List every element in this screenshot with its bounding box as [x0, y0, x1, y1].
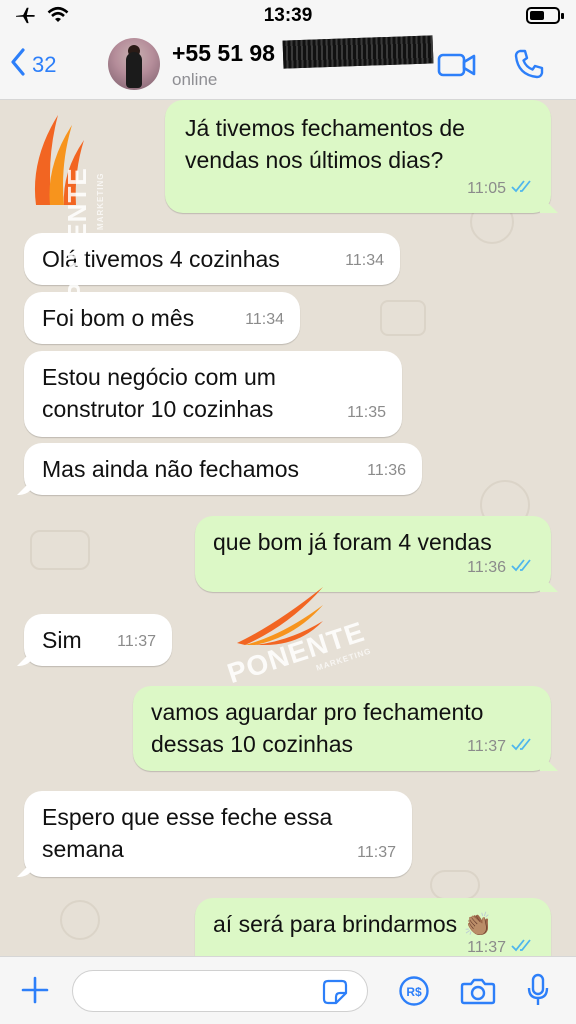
chevron-left-icon: [10, 48, 26, 81]
sticker-button[interactable]: [322, 979, 348, 1010]
message-text: Mas ainda não fechamos: [42, 456, 299, 482]
wallpaper-doodle: [60, 900, 100, 940]
wallpaper-doodle: [380, 300, 426, 336]
attach-button[interactable]: [20, 975, 50, 1010]
message-meta: 11:37: [467, 932, 535, 956]
message-bubble-outgoing[interactable]: Já tivemos fechamentos de vendas nos últ…: [165, 100, 551, 213]
message-time: 11:37: [467, 738, 506, 755]
microphone-button[interactable]: [526, 973, 550, 1012]
back-button[interactable]: 32: [10, 48, 56, 81]
message-bubble-incoming[interactable]: Mas ainda não fechamos 11:36: [24, 443, 422, 495]
watermark-brand: PONENTE: [62, 167, 92, 300]
message-time: 11:34: [345, 252, 384, 269]
phone-icon: [513, 49, 545, 84]
video-camera-icon: [437, 53, 477, 82]
payment-button[interactable]: R$: [398, 975, 430, 1012]
voice-call-button[interactable]: [513, 48, 545, 85]
message-time: 11:36: [467, 559, 506, 576]
message-text: construtor 10 cozinhas: [42, 396, 274, 422]
message-text: Espero que esse feche essa: [42, 804, 333, 830]
unread-count: 32: [32, 51, 57, 77]
currency-brl-icon: R$: [398, 976, 430, 1011]
redaction-mark: [282, 35, 434, 69]
input-bar: R$: [0, 956, 576, 1024]
double-check-icon: [511, 731, 535, 763]
video-call-button[interactable]: [437, 52, 477, 83]
chat-area[interactable]: Já tivemos fechamentos de vendas nos últ…: [0, 100, 576, 956]
message-time: 11:34: [245, 311, 284, 328]
chat-header: 32 +55 51 98 online: [0, 30, 576, 100]
message-text: vendas nos últimos dias?: [185, 147, 444, 173]
message-time: 11:37: [117, 633, 156, 650]
avatar[interactable]: [108, 38, 160, 90]
double-check-icon: [511, 173, 535, 205]
message-bubble-outgoing[interactable]: aí será para brindarmos 👏🏽 11:37: [195, 898, 551, 956]
status-time: 13:39: [263, 5, 313, 26]
message-bubble-outgoing[interactable]: que bom já foram 4 vendas 11:36: [195, 516, 551, 592]
message-bubble-incoming[interactable]: Espero que esse feche essa semana 11:37: [24, 791, 412, 877]
camera-button[interactable]: [460, 977, 496, 1010]
wallpaper-doodle: [30, 530, 90, 570]
svg-text:R$: R$: [406, 985, 422, 999]
message-time: 11:37: [357, 844, 396, 861]
message-bubble-incoming[interactable]: Sim 11:37: [24, 614, 172, 666]
message-meta: 11:37: [467, 731, 535, 763]
contact-name[interactable]: +55 51 98: [172, 40, 275, 67]
message-time: 11:05: [467, 180, 506, 197]
microphone-icon: [526, 973, 550, 1011]
watermark-logo: PONENTE MARKETING: [224, 585, 405, 689]
watermark-logo: PONENTE MARKETING: [22, 100, 112, 300]
plus-icon: [20, 976, 50, 1009]
camera-icon: [460, 978, 496, 1009]
message-time: 11:36: [367, 462, 406, 479]
double-check-icon: [511, 932, 535, 956]
battery-level: [530, 11, 545, 20]
message-bubble-outgoing[interactable]: vamos aguardar pro fechamento dessas 10 …: [133, 686, 551, 771]
sticker-icon: [322, 979, 348, 1009]
message-time: 11:37: [467, 939, 506, 956]
battery-icon: [526, 7, 564, 24]
status-bar: 13:39: [0, 0, 576, 30]
message-meta: 11:05: [467, 173, 535, 205]
message-bubble-incoming[interactable]: Estou negócio com um construtor 10 cozin…: [24, 351, 402, 437]
message-time: 11:35: [347, 404, 386, 421]
message-text: Estou negócio com um: [42, 364, 276, 390]
watermark-sub: MARKETING: [96, 172, 105, 230]
double-check-icon: [511, 552, 535, 584]
message-text: Já tivemos fechamentos de: [185, 115, 465, 141]
message-text: vamos aguardar pro fechamento: [151, 699, 484, 725]
message-text: semana: [42, 836, 124, 862]
contact-status: online: [172, 70, 218, 89]
message-meta: 11:36: [467, 552, 535, 584]
wallpaper-doodle: [430, 870, 480, 900]
